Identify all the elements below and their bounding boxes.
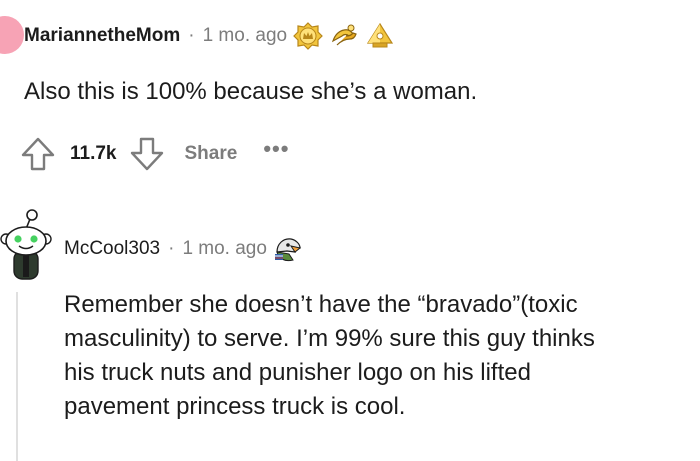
eagle-award-icon[interactable] — [273, 234, 303, 264]
thread-line[interactable] — [16, 292, 18, 461]
comment-header: McCool303 · 1 mo. ago — [64, 232, 303, 266]
avatar[interactable] — [0, 16, 24, 54]
vote-score: 11.7k — [70, 143, 117, 164]
comment-body-line: pavement princess truck is cool. — [64, 393, 406, 420]
separator-dot: · — [168, 238, 175, 259]
more-options-button[interactable]: ••• — [263, 136, 289, 162]
username-link[interactable]: MariannetheMom — [24, 25, 180, 47]
separator-dot: · — [188, 25, 195, 46]
helping-hand-award-icon[interactable] — [329, 21, 359, 51]
comment-body-line: masculinity) to serve. I’m 99% sure this… — [64, 325, 595, 352]
comment-body: Remember she doesn’t have the “bravado”(… — [64, 288, 698, 424]
comment-body-line: his truck nuts and punisher logo on his … — [64, 359, 531, 386]
timestamp[interactable]: 1 mo. ago — [182, 238, 267, 260]
downvote-arrow-icon[interactable] — [129, 136, 165, 172]
comment-header: MariannetheMom · 1 mo. ago — [24, 20, 395, 52]
username-link[interactable]: McCool303 — [64, 238, 160, 260]
timestamp[interactable]: 1 mo. ago — [203, 25, 288, 47]
comment-actions: 11.7k Share ••• — [20, 134, 289, 174]
upvote-arrow-icon[interactable] — [20, 136, 56, 172]
avatar[interactable] — [0, 205, 52, 281]
gold-pyramid-award-icon[interactable] — [365, 21, 395, 51]
comment-body: Also this is 100% because she’s a woman. — [24, 78, 478, 105]
comment-thread: MariannetheMom · 1 mo. ago Also this is … — [0, 0, 700, 461]
share-button[interactable]: Share — [185, 143, 238, 165]
comment-body-line: Remember she doesn’t have the “bravado”(… — [64, 291, 578, 318]
crown-award-icon[interactable] — [293, 21, 323, 51]
